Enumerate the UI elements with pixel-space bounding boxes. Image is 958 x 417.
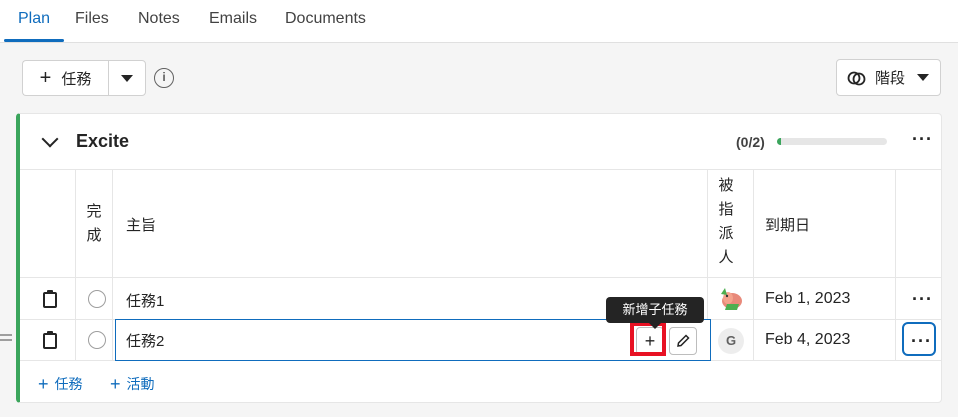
column-header-subject[interactable]: 主旨 [126, 214, 156, 235]
caret-down-icon [121, 74, 133, 82]
add-activity-link-label: 活動 [126, 376, 155, 392]
column-header-assignee: 被 指 派 人 [718, 177, 734, 266]
add-task-button[interactable]: + 任務 [22, 60, 108, 96]
bucket-more-button[interactable]: ··· [912, 130, 933, 148]
task-more-button[interactable]: ··· [912, 290, 933, 308]
task-title[interactable]: 任務2 [126, 330, 164, 351]
complete-checkbox[interactable] [88, 331, 106, 349]
bucket-card: Excite (0/2) ··· 完 成 主旨 被 指 派 人 到期日 任務1 … [16, 113, 942, 403]
bucket-header: Excite (0/2) ··· [20, 114, 941, 170]
tab-emails[interactable]: Emails [209, 0, 257, 42]
tab-plan[interactable]: Plan [18, 0, 50, 42]
add-task-link-label: 任務 [54, 376, 83, 392]
tab-files[interactable]: Files [75, 0, 109, 42]
add-activity-link[interactable]: + 活動 [110, 374, 155, 394]
avatar-image-icon [721, 288, 742, 310]
add-task-link[interactable]: + 任務 [38, 374, 83, 394]
plus-icon: + [110, 374, 121, 394]
due-date[interactable]: Feb 1, 2023 [765, 290, 850, 308]
task-details-icon[interactable] [43, 331, 57, 349]
stage-icon [847, 71, 866, 85]
caret-down-icon [917, 74, 930, 81]
bucket-title: Excite [76, 131, 130, 151]
add-task-label: 任務 [61, 70, 92, 88]
task-more-button-focused[interactable]: ··· [902, 322, 936, 356]
group-by-stage-button[interactable]: 階段 [836, 59, 941, 96]
progress-bar [777, 138, 887, 145]
task-details-icon[interactable] [43, 290, 57, 308]
assignee-avatar[interactable] [717, 284, 745, 312]
info-icon[interactable]: i [154, 68, 174, 88]
pencil-icon [677, 334, 690, 347]
task-title-cell-focused[interactable]: 任務2 + [115, 319, 711, 361]
assignee-avatar[interactable]: G [718, 328, 744, 354]
add-task-dropdown-button[interactable] [108, 60, 146, 96]
row-divider [20, 277, 942, 278]
plus-icon: + [38, 374, 49, 394]
progress-fill [777, 138, 781, 145]
due-date[interactable]: Feb 4, 2023 [765, 331, 850, 349]
column-divider [895, 170, 896, 360]
column-divider [753, 170, 754, 360]
tab-documents[interactable]: Documents [285, 0, 366, 42]
plus-icon: + [39, 67, 52, 89]
progress-count: (0/2) [736, 134, 765, 150]
column-header-done: 完 成 [86, 203, 102, 244]
active-tab-indicator [4, 39, 64, 42]
add-subtask-tooltip: 新增子任務 [606, 297, 704, 329]
stage-label: 階段 [875, 70, 906, 87]
drag-handle-icon[interactable] [0, 334, 12, 341]
more-icon: ··· [911, 331, 932, 351]
task-title[interactable]: 任務1 [126, 290, 164, 311]
edit-task-button[interactable] [669, 327, 697, 355]
tab-bar: Plan Files Notes Emails Documents [0, 0, 958, 43]
collapse-chevron-icon[interactable] [41, 130, 59, 148]
column-header-due-date[interactable]: 到期日 [765, 214, 810, 235]
complete-checkbox[interactable] [88, 290, 106, 308]
column-divider [75, 170, 76, 360]
column-divider [112, 170, 113, 360]
tab-notes[interactable]: Notes [138, 0, 180, 42]
